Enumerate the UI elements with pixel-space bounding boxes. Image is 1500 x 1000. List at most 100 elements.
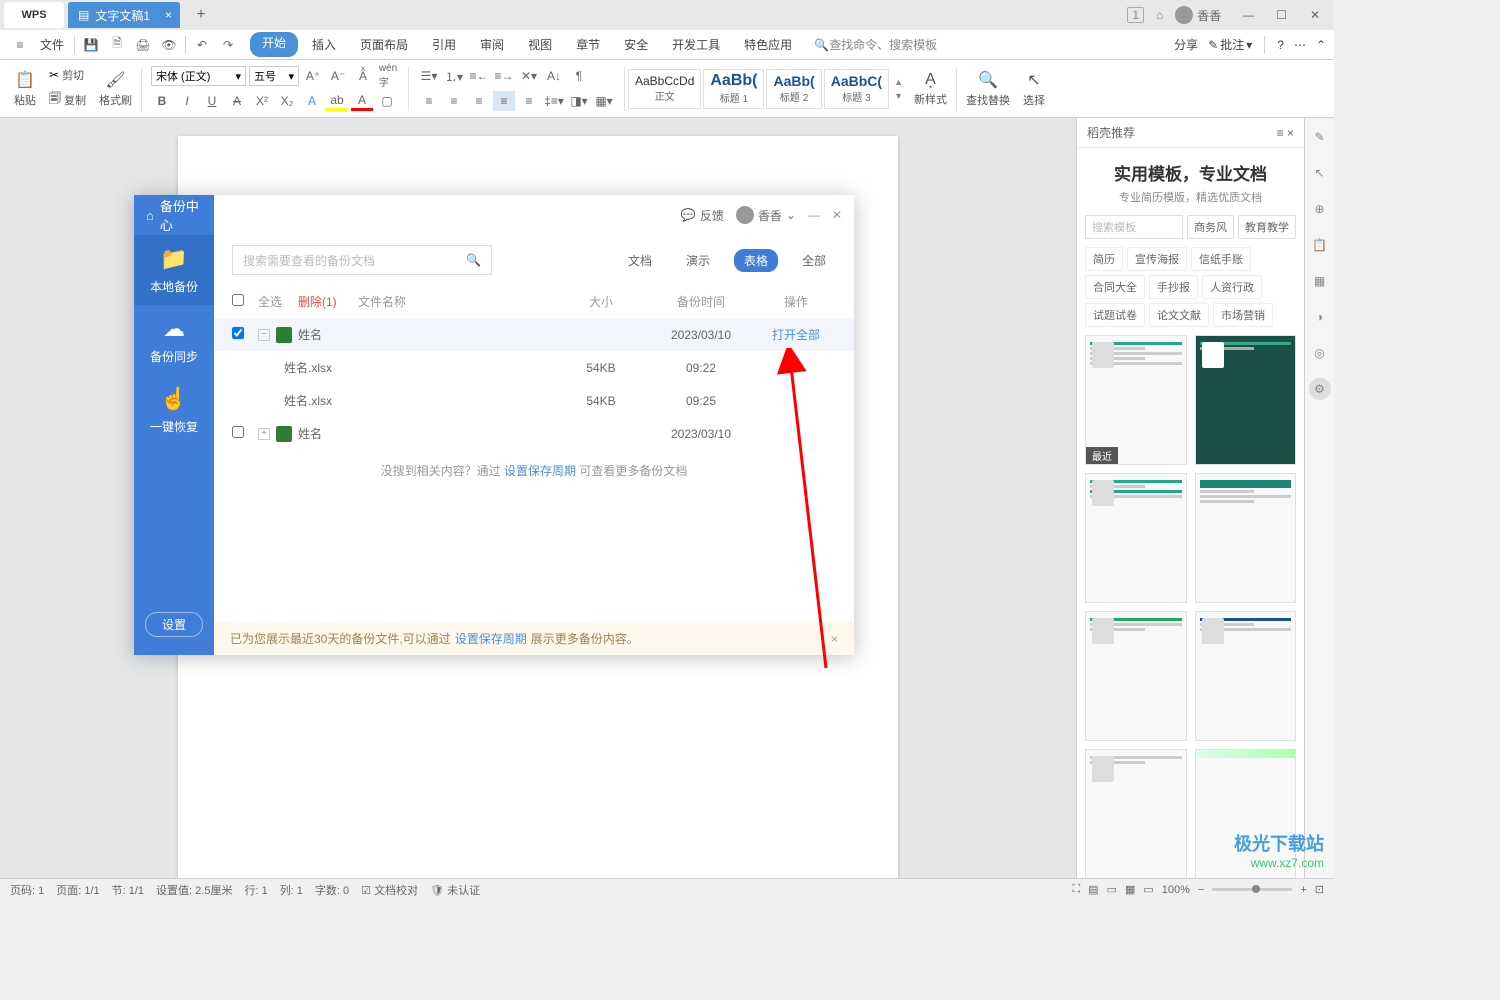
- template-thumbnail[interactable]: [1195, 335, 1297, 465]
- border-icon[interactable]: ▦▾: [593, 91, 615, 111]
- indent-inc-icon[interactable]: ≡→: [493, 66, 515, 86]
- command-search[interactable]: 🔍 查找命令、搜索模板: [814, 36, 937, 53]
- tab-references[interactable]: 引用: [422, 32, 466, 57]
- bold-icon[interactable]: B: [151, 91, 173, 111]
- align-left-icon[interactable]: ≡: [418, 91, 440, 111]
- status-col[interactable]: 列: 1: [280, 882, 303, 898]
- sidebar-cloud-sync[interactable]: ☁ 备份同步: [134, 305, 214, 375]
- align-center-icon[interactable]: ≡: [443, 91, 465, 111]
- style-heading3[interactable]: AaBbC(标题 3: [824, 69, 889, 109]
- strike-icon[interactable]: A: [226, 91, 248, 111]
- preview-icon[interactable]: 👁: [157, 33, 181, 57]
- zoom-out-icon[interactable]: −: [1198, 884, 1204, 896]
- document-tab[interactable]: ▤ 文字文稿1 ×: [68, 2, 180, 28]
- backup-search-input[interactable]: 搜索需要查看的备份文档 🔍: [232, 245, 492, 275]
- template-thumbnail[interactable]: [1195, 473, 1297, 603]
- grow-font-icon[interactable]: A⁺: [302, 66, 324, 86]
- tab-view[interactable]: 视图: [518, 32, 562, 57]
- backup-folder-row[interactable]: + 姓名 2023/03/10: [214, 417, 854, 450]
- asian-layout-icon[interactable]: ✕▾: [518, 66, 540, 86]
- dialog-minimize-icon[interactable]: —: [808, 208, 820, 222]
- globe-icon[interactable]: ⊕: [1309, 198, 1331, 220]
- subscript-icon[interactable]: X₂: [276, 91, 298, 111]
- fullscreen-icon[interactable]: ⛶: [1072, 883, 1080, 896]
- tab-layout[interactable]: 页面布局: [350, 32, 418, 57]
- tag-contract[interactable]: 合同大全: [1085, 275, 1145, 299]
- cut-icon[interactable]: ✂: [49, 68, 59, 82]
- outline-view-icon[interactable]: ▦: [1125, 883, 1135, 896]
- expand-icon[interactable]: +: [258, 428, 270, 440]
- filter-sheet[interactable]: 表格: [734, 249, 778, 272]
- sort-icon[interactable]: A↓: [543, 66, 565, 86]
- status-auth[interactable]: 🛡 未认证: [430, 882, 480, 898]
- filter-all[interactable]: 全部: [792, 249, 836, 272]
- reading-view-icon[interactable]: ▭: [1107, 883, 1117, 896]
- indent-dec-icon[interactable]: ≡←: [468, 66, 490, 86]
- copy-label[interactable]: 复制: [64, 92, 86, 108]
- sidebar-restore[interactable]: ☝ 一键恢复: [134, 375, 214, 445]
- clipboard-icon[interactable]: 📋: [1309, 234, 1331, 256]
- status-page[interactable]: 页面: 1/1: [56, 882, 99, 898]
- tab-start[interactable]: 开始: [250, 32, 298, 57]
- lightbulb-icon[interactable]: ◎: [1309, 342, 1331, 364]
- annotate-button[interactable]: ✎批注▾: [1208, 36, 1252, 53]
- status-setting[interactable]: 设置值: 2.5厘米: [156, 882, 232, 898]
- style-up-icon[interactable]: ▲: [894, 77, 903, 87]
- tag-thesis[interactable]: 论文文献: [1149, 303, 1209, 327]
- style-heading1[interactable]: AaBb(标题 1: [703, 69, 764, 109]
- tag-hr[interactable]: 人资行政: [1202, 275, 1262, 299]
- new-style-button[interactable]: A͙ 新样式: [908, 64, 953, 114]
- tag-exam[interactable]: 试题试卷: [1085, 303, 1145, 327]
- copy-icon[interactable]: 🗐: [49, 89, 61, 110]
- panel-close-icon[interactable]: ×: [1287, 126, 1294, 140]
- add-tab-button[interactable]: +: [188, 2, 214, 28]
- close-tab-icon[interactable]: ×: [165, 8, 172, 22]
- document-area[interactable]: ▤▾ ⌂ 备份中心 📁 本地备份 ☁ 备份同步: [0, 118, 1076, 878]
- phonetic-icon[interactable]: wén字: [377, 66, 399, 86]
- template-thumbnail[interactable]: [1195, 749, 1297, 878]
- italic-icon[interactable]: I: [176, 91, 198, 111]
- zoom-in-icon[interactable]: +: [1300, 884, 1306, 896]
- help-icon[interactable]: ?: [1277, 38, 1284, 52]
- filter-business[interactable]: 商务风: [1187, 215, 1234, 239]
- status-proof[interactable]: ☑ 文档校对: [361, 882, 418, 898]
- dialog-user[interactable]: 香香⌄: [736, 206, 796, 224]
- template-thumbnail[interactable]: [1085, 749, 1187, 878]
- save-icon[interactable]: 💾: [79, 33, 103, 57]
- print-icon[interactable]: 🖨: [131, 33, 155, 57]
- fit-page-icon[interactable]: ⊡: [1315, 883, 1324, 896]
- text-effect-icon[interactable]: A: [301, 91, 323, 111]
- status-words[interactable]: 字数: 0: [315, 882, 349, 898]
- dialog-close-icon[interactable]: ✕: [832, 208, 842, 222]
- backup-file-row[interactable]: 姓名.xlsx 54KB 09:25: [214, 384, 854, 417]
- tab-developer[interactable]: 开发工具: [662, 32, 730, 57]
- superscript-icon[interactable]: X²: [251, 91, 273, 111]
- select-all-checkbox[interactable]: [232, 294, 258, 309]
- share-button[interactable]: 分享: [1174, 36, 1198, 53]
- zoom-slider[interactable]: [1212, 888, 1292, 891]
- zoom-level[interactable]: 100%: [1162, 884, 1190, 896]
- show-marks-icon[interactable]: ¶: [568, 66, 590, 86]
- close-icon[interactable]: ✕: [1300, 8, 1330, 22]
- template-thumbnail[interactable]: [1085, 473, 1187, 603]
- backup-file-row[interactable]: 姓名.xlsx 54KB 09:22: [214, 351, 854, 384]
- collapse-icon[interactable]: ⌃: [1316, 38, 1326, 52]
- status-line[interactable]: 行: 1: [244, 882, 267, 898]
- clear-format-icon[interactable]: Aͯ: [352, 66, 374, 86]
- status-page-number[interactable]: 页码: 1: [10, 882, 44, 898]
- font-size-select[interactable]: 五号▾: [249, 66, 299, 86]
- settings-gear-icon[interactable]: ⚙: [1309, 378, 1331, 400]
- tag-poster[interactable]: 宣传海报: [1127, 247, 1187, 271]
- sidebar-local-backup[interactable]: 📁 本地备份: [134, 235, 214, 305]
- tag-marketing[interactable]: 市场营销: [1213, 303, 1273, 327]
- file-menu[interactable]: 文件: [34, 36, 70, 53]
- font-color-icon[interactable]: A: [351, 91, 373, 111]
- tab-featured[interactable]: 特色应用: [734, 32, 802, 57]
- char-shading-icon[interactable]: ▢: [376, 91, 398, 111]
- tag-resume[interactable]: 简历: [1085, 247, 1123, 271]
- underline-icon[interactable]: U: [201, 91, 223, 111]
- paste-group[interactable]: 📋 粘贴: [8, 64, 42, 114]
- select-all-label[interactable]: 全选: [258, 293, 298, 310]
- row-checkbox[interactable]: [232, 426, 258, 441]
- panel-menu-icon[interactable]: ≡: [1277, 126, 1284, 140]
